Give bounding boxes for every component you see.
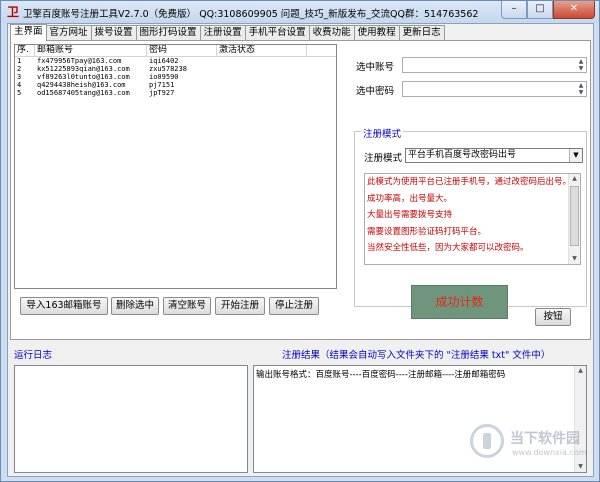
result-format-text: 输出账号格式：百度账号----百度密码----注册邮箱----注册邮箱密码 <box>256 370 506 380</box>
register-result-title: 注册结果（结果会自动写入文件夹下的 "注册结果 txt" 文件中） <box>282 350 551 361</box>
selected-password-input[interactable]: ▲ ▼ <box>402 81 587 97</box>
mode-note-line: 当然安全性低些，因为大家都可以改密码。 <box>367 243 529 253</box>
register-mode-select[interactable]: 平台手机百度号改密码出号 ▼ <box>405 148 583 163</box>
column-header-status[interactable]: 激活状态 <box>217 45 307 56</box>
tab-official-site[interactable]: 官方网址 <box>45 25 92 41</box>
tab-dial-settings[interactable]: 拨号设置 <box>90 25 137 41</box>
title-bar[interactable]: 卫 卫擎百度账号注册工具V2.7.0（免费版） QQ:3108609905 问题… <box>1 1 599 23</box>
run-log-textarea[interactable] <box>14 365 248 473</box>
watermark: 当下软件园 www.downxia.com <box>470 420 587 466</box>
tab-tutorial[interactable]: 使用教程 <box>353 25 400 41</box>
scroll-up-icon[interactable]: ▲ <box>569 174 580 184</box>
scroll-down-icon[interactable]: ▼ <box>569 254 580 264</box>
table-row[interactable]: 4 q4294438heish@163.com pj7151 <box>15 81 336 89</box>
register-mode-group: 注册模式 注册模式 平台手机百度号改密码出号 ▼ 此模式为使用平台已注册手机号，… <box>354 126 587 307</box>
list-header: 序. 邮箱账号 密码 激活状态 <box>15 45 336 57</box>
spin-down-icon[interactable]: ▼ <box>577 65 585 72</box>
table-row[interactable]: 5 od15687405tang@163.com jpT927 <box>15 89 336 97</box>
mode-note-line: 需要设置图形验证码打码平台。 <box>367 226 487 237</box>
mode-note-line: 大量出号需要拨号支持 <box>367 210 453 220</box>
run-log-title: 运行日志 <box>14 350 53 361</box>
close-button[interactable]: ✕ <box>553 1 595 19</box>
register-mode-label: 注册模式 <box>364 153 403 164</box>
table-row[interactable]: 1 fx479956Tpay@163.com iqi6402 <box>15 57 336 65</box>
table-row[interactable]: 2 kx51225893qian@163.com zxu578238 <box>15 65 336 73</box>
watermark-logo-icon <box>470 424 504 458</box>
app-logo-icon: 卫 <box>6 5 19 19</box>
watermark-url: www.downxia.com <box>512 448 587 457</box>
tab-paid-features[interactable]: 收费功能 <box>308 25 355 41</box>
generic-button[interactable]: 按钮 <box>535 308 571 326</box>
stop-register-button[interactable]: 停止注册 <box>269 297 319 315</box>
mode-note-line: 此模式为使用平台已注册手机号，通过改密码后出号。 <box>367 177 572 187</box>
selected-password-label: 选中密码 <box>356 86 395 97</box>
success-count-display: 成功计数 <box>411 285 508 319</box>
maximize-button[interactable]: □ <box>527 1 553 19</box>
chevron-down-icon[interactable]: ▼ <box>569 149 582 162</box>
clear-accounts-button[interactable]: 清空账号 <box>163 297 211 315</box>
client-area: 主界面 官方网址 拨号设置 图形打码设置 注册设置 手机平台设置 收费功能 使用… <box>7 23 594 477</box>
scroll-up-icon[interactable]: ▲ <box>575 366 586 376</box>
tab-phone-platform-settings[interactable]: 手机平台设置 <box>244 25 310 41</box>
register-mode-group-title: 注册模式 <box>361 126 404 140</box>
tab-changelog[interactable]: 更新日志 <box>398 25 445 41</box>
mode-note-line: 成功率高，出号量大。 <box>367 193 453 204</box>
tab-captcha-settings[interactable]: 图形打码设置 <box>135 25 201 41</box>
scroll-thumb[interactable] <box>570 186 579 246</box>
mode-description-textarea[interactable]: 此模式为使用平台已注册手机号，通过改密码后出号。 成功率高，出号量大。 大量出号… <box>364 173 581 265</box>
delete-selected-button[interactable]: 删除选中 <box>111 297 159 315</box>
tab-register-settings[interactable]: 注册设置 <box>199 25 246 41</box>
selected-account-input[interactable]: ▲ ▼ <box>402 57 587 73</box>
vertical-scrollbar[interactable]: ▲ ▼ <box>568 174 580 264</box>
register-result-textarea[interactable]: 输出账号格式：百度账号----百度密码----注册邮箱----注册邮箱密码 ▲ … <box>253 365 587 473</box>
start-register-button[interactable]: 开始注册 <box>215 297 265 315</box>
table-row[interactable]: 3 vf89263l0tunto@163.com io09590 <box>15 73 336 81</box>
column-header-email[interactable]: 邮箱账号 <box>35 45 147 56</box>
window-title: 卫擎百度账号注册工具V2.7.0（免费版） QQ:3108609905 问题_技… <box>23 9 479 20</box>
spin-up-icon[interactable]: ▲ <box>577 82 585 89</box>
watermark-name: 当下软件园 <box>510 431 580 447</box>
column-header-index[interactable]: 序. <box>15 45 35 56</box>
app-window: 卫 卫擎百度账号注册工具V2.7.0（免费版） QQ:3108609905 问题… <box>0 0 600 482</box>
column-header-password[interactable]: 密码 <box>147 45 217 56</box>
tab-bar: 主界面 官方网址 拨号设置 图形打码设置 注册设置 手机平台设置 收费功能 使用… <box>10 24 445 41</box>
register-mode-value: 平台手机百度号改密码出号 <box>408 150 517 160</box>
spin-down-icon[interactable]: ▼ <box>577 89 585 96</box>
selected-account-label: 选中账号 <box>356 62 395 73</box>
import-163-accounts-button[interactable]: 导入163邮箱账号 <box>20 297 108 315</box>
account-list[interactable]: 序. 邮箱账号 密码 激活状态 1 fx479956Tpay@163.com i… <box>14 44 337 289</box>
spin-up-icon[interactable]: ▲ <box>577 58 585 65</box>
minimize-button[interactable]: – <box>501 1 527 19</box>
tab-main[interactable]: 主界面 <box>10 24 47 41</box>
